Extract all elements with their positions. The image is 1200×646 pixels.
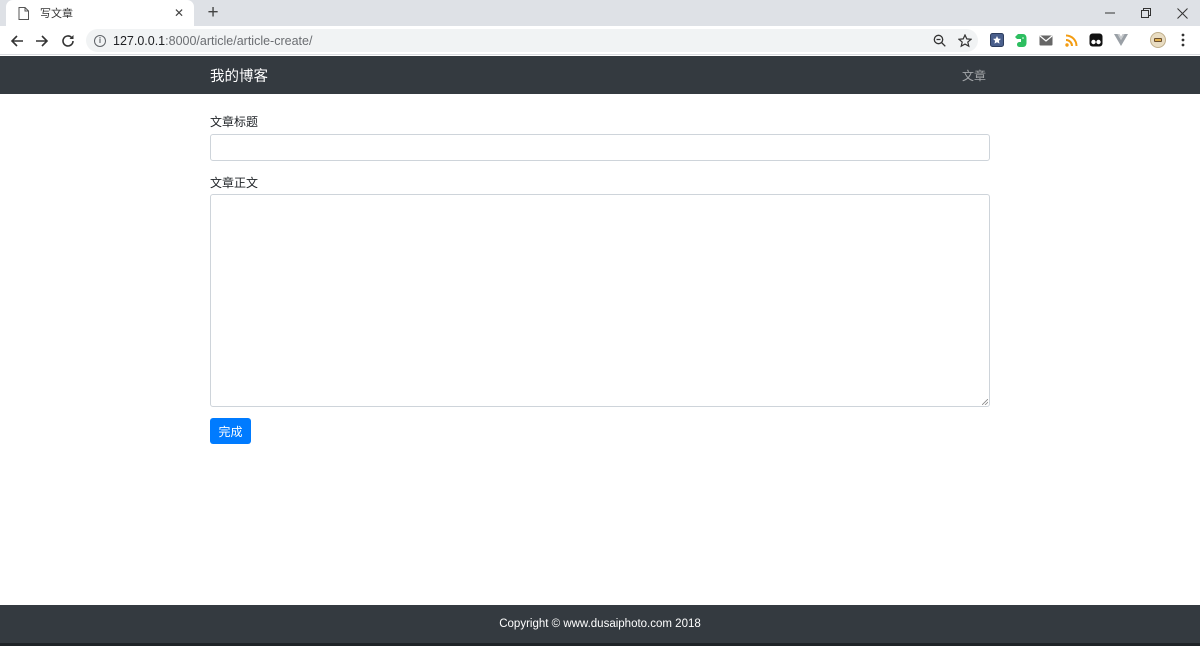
body-textarea[interactable] — [210, 194, 990, 407]
browser-tab[interactable]: 写文章 ✕ — [6, 0, 194, 26]
page-icon — [18, 6, 32, 20]
body-label: 文章正文 — [210, 176, 259, 190]
close-icon — [1176, 7, 1188, 19]
profile-avatar[interactable] — [1150, 32, 1166, 48]
minimize-button[interactable] — [1092, 0, 1128, 26]
mail-icon[interactable] — [1038, 32, 1054, 48]
title-input[interactable] — [210, 134, 990, 161]
star-icon[interactable] — [952, 33, 978, 48]
navbar-brand[interactable]: 我的博客 — [210, 65, 268, 86]
menu-dots-icon[interactable] — [1175, 32, 1191, 48]
vue-devtools-icon[interactable] — [1113, 32, 1129, 48]
site-navbar: 我的博客 文章 — [0, 56, 1200, 94]
site-footer: Copyright © www.dusaiphoto.com 2018 — [0, 605, 1200, 646]
browser-tab-strip: 写文章 ✕ + — [0, 0, 1200, 26]
resize-handle-icon[interactable] — [982, 399, 988, 405]
bookmark-extension-icon[interactable] — [989, 32, 1005, 48]
footer-copyright: Copyright © www.dusaiphoto.com 2018 — [499, 618, 701, 630]
close-window-button[interactable] — [1164, 0, 1200, 26]
title-label: 文章标题 — [210, 115, 259, 129]
nav-link-articles[interactable]: 文章 — [962, 67, 986, 84]
browser-toolbar: i 127.0.0.1:8000/article/article-create/ — [0, 26, 1200, 55]
restore-button[interactable] — [1128, 0, 1164, 26]
new-tab-button[interactable]: + — [203, 3, 223, 23]
evernote-icon[interactable] — [1013, 32, 1029, 48]
url-path: :8000/article/article-create/ — [165, 33, 313, 48]
tab-close-icon[interactable]: ✕ — [172, 6, 186, 20]
forward-button[interactable] — [31, 30, 53, 52]
back-button[interactable] — [6, 30, 28, 52]
address-bar[interactable]: i 127.0.0.1:8000/article/article-create/ — [86, 29, 978, 52]
rss-icon[interactable] — [1063, 32, 1079, 48]
info-icon[interactable]: i — [94, 34, 106, 47]
zoom-icon[interactable] — [926, 34, 952, 47]
back-arrow-icon — [10, 35, 23, 47]
forward-arrow-icon — [36, 35, 49, 47]
reload-button[interactable] — [57, 30, 79, 52]
restore-icon — [1141, 8, 1151, 18]
minimize-icon — [1105, 12, 1115, 14]
tab-title: 写文章 — [40, 8, 73, 20]
reload-icon — [62, 35, 74, 47]
submit-button[interactable]: 完成 — [210, 418, 251, 444]
tampermonkey-icon[interactable] — [1088, 32, 1104, 48]
url-host: 127.0.0.1 — [113, 33, 166, 48]
